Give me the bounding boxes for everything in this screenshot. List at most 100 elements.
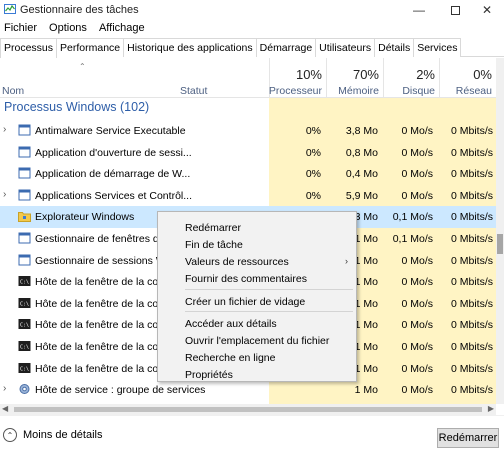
cpu-value: 0% <box>305 189 321 202</box>
title-bar: Gestionnaire des tâches — ✕ <box>0 0 504 20</box>
ctx-item-label: Recherche en ligne <box>185 352 276 364</box>
tab-demarrage[interactable]: Démarrage <box>256 38 317 57</box>
memory-value: 3,8 Mo <box>345 125 378 137</box>
context-menu: Redémarrer Fin de tâche Valeurs de ressour… <box>157 211 357 382</box>
disk-value: 0 Mo/s <box>401 189 433 202</box>
horizontal-scrollbar[interactable]: ◀ ▶ <box>0 404 496 415</box>
restart-button[interactable]: Redémarrer <box>437 428 499 448</box>
group-title: Processus Windows (102) <box>4 100 150 114</box>
chevron-up-icon: ⌃ <box>3 428 17 442</box>
column-header: ⌃ Nom Statut 10% Processeur 70% Mémoire … <box>0 58 496 98</box>
header-disk-pct: 2% <box>416 67 435 82</box>
ctx-acceder-details[interactable]: Accéder aux détails <box>158 316 356 333</box>
ctx-recherche-en-ligne[interactable]: Recherche en ligne <box>158 350 356 367</box>
cpu-value: 0% <box>305 146 321 159</box>
tab-details[interactable]: Détails <box>375 38 415 57</box>
footer: ⌃ Moins de détails Redémarrer <box>0 415 504 450</box>
service-window-icon <box>18 254 31 266</box>
header-status[interactable]: Statut <box>180 85 207 97</box>
ctx-item-label: Ouvrir l'emplacement du fichier <box>185 335 330 347</box>
ctx-item-label: Accéder aux détails <box>185 318 277 330</box>
memory-value: 1 Mo <box>354 319 378 332</box>
ctx-ouvrir-emplacement[interactable]: Ouvrir l'emplacement du fichier <box>158 333 356 350</box>
disk-value: 0 Mo/s <box>401 319 433 332</box>
expand-chevron-icon[interactable]: › <box>3 383 6 394</box>
tab-processus[interactable]: Processus <box>0 38 58 58</box>
vertical-scrollbar[interactable] <box>496 58 504 404</box>
ctx-fin-de-tache[interactable]: Fin de tâche <box>158 237 356 254</box>
ctx-valeurs-ressources[interactable]: Valeurs de ressources › <box>158 254 356 271</box>
memory-value: 1 Mo <box>354 362 378 375</box>
menu-fichier[interactable]: Fichier <box>0 20 41 38</box>
disk-value: 0 Mo/s <box>401 125 433 137</box>
ctx-item-label: Créer un fichier de vidage <box>185 296 306 308</box>
process-name: Application de démarrage de W... <box>35 168 191 181</box>
memory-value: 0,4 Mo <box>345 168 378 181</box>
disk-value: 0 Mo/s <box>401 362 433 375</box>
service-window-icon <box>18 124 31 136</box>
minimize-icon: — <box>413 3 425 17</box>
network-value: 0 Mbits/s <box>450 254 493 267</box>
table-row[interactable]: Application d'ouverture de sessi... 0% 0,8… <box>0 142 496 164</box>
menu-separator <box>185 289 353 290</box>
table-row[interactable]: › Applications Services et Contrôl... 0% 5,… <box>0 185 496 207</box>
task-manager-icon <box>4 4 16 14</box>
header-mem[interactable]: 70% Mémoire <box>326 58 383 98</box>
header-net-pct: 0% <box>473 67 492 82</box>
close-icon: ✕ <box>481 3 493 17</box>
less-details-label: Moins de détails <box>23 429 103 441</box>
service-window-icon <box>18 167 31 179</box>
memory-value: 1 Mo <box>354 341 378 353</box>
ctx-proprietes[interactable]: Propriétés <box>158 367 356 384</box>
header-net[interactable]: 0% Réseau <box>439 58 496 98</box>
menu-bar: Fichier Options Affichage <box>0 20 504 38</box>
console-icon: C:\ <box>18 275 31 287</box>
memory-value: 1 Mo <box>354 276 378 289</box>
horizontal-scroll-thumb[interactable] <box>14 407 482 412</box>
vertical-scroll-thumb[interactable] <box>497 234 503 254</box>
header-name[interactable]: Nom <box>2 85 24 97</box>
network-value: 0 Mbits/s <box>450 362 493 375</box>
menu-affichage[interactable]: Affichage <box>95 20 149 38</box>
tab-performance[interactable]: Performance <box>57 38 125 57</box>
tab-historique[interactable]: Historique des applications <box>124 38 257 57</box>
maximize-button[interactable] <box>438 0 472 20</box>
network-value: 0 Mbits/s <box>450 384 493 397</box>
menu-options[interactable]: Options <box>45 20 91 38</box>
tab-utilisateurs[interactable]: Utilisateurs <box>316 38 376 57</box>
window-title: Gestionnaire des tâches <box>20 4 139 16</box>
cpu-value: 0% <box>305 125 321 137</box>
network-value: 0 Mbits/s <box>450 211 493 224</box>
expand-chevron-icon[interactable]: › <box>3 124 6 135</box>
menu-separator <box>185 311 353 312</box>
ctx-item-label: Propriétés <box>185 369 233 381</box>
disk-value: 0 Mo/s <box>401 384 433 397</box>
disk-value: 0,1 Mo/s <box>392 211 433 224</box>
disk-value: 0 Mo/s <box>401 276 433 289</box>
disk-value: 0 Mo/s <box>401 341 433 353</box>
minimize-button[interactable]: — <box>402 0 436 20</box>
scroll-right-icon[interactable]: ▶ <box>488 404 494 413</box>
network-value: 0 Mbits/s <box>450 146 493 159</box>
ctx-creer-vidage[interactable]: Créer un fichier de vidage <box>158 294 356 311</box>
network-value: 0 Mbits/s <box>450 189 493 202</box>
close-button[interactable]: ✕ <box>470 0 504 20</box>
scroll-left-icon[interactable]: ◀ <box>2 404 8 413</box>
ctx-fournir-commentaires[interactable]: Fournir des commentaires <box>158 271 356 288</box>
cpu-value: 0% <box>305 168 321 181</box>
less-details-button[interactable]: ⌃ Moins de détails <box>3 428 103 442</box>
header-cpu[interactable]: 10% Processeur <box>269 58 326 98</box>
header-disk[interactable]: 2% Disque <box>383 58 439 98</box>
expand-chevron-icon[interactable]: › <box>3 189 6 200</box>
ctx-redemarrer[interactable]: Redémarrer <box>158 220 356 237</box>
svg-text:C:\: C:\ <box>20 301 29 307</box>
ctx-item-label: Redémarrer <box>185 222 242 234</box>
tab-services[interactable]: Services <box>414 38 462 57</box>
folder-icon <box>18 210 31 223</box>
table-row[interactable]: › Antimalware Service Executable 0% 3,8 Mo 0… <box>0 120 496 142</box>
table-row[interactable]: Application de démarrage de W... 0% 0,4 Mo… <box>0 163 496 185</box>
service-window-icon <box>18 146 31 158</box>
console-icon: C:\ <box>18 340 31 352</box>
disk-value: 0 Mo/s <box>401 297 433 310</box>
network-value: 0 Mbits/s <box>450 297 493 310</box>
